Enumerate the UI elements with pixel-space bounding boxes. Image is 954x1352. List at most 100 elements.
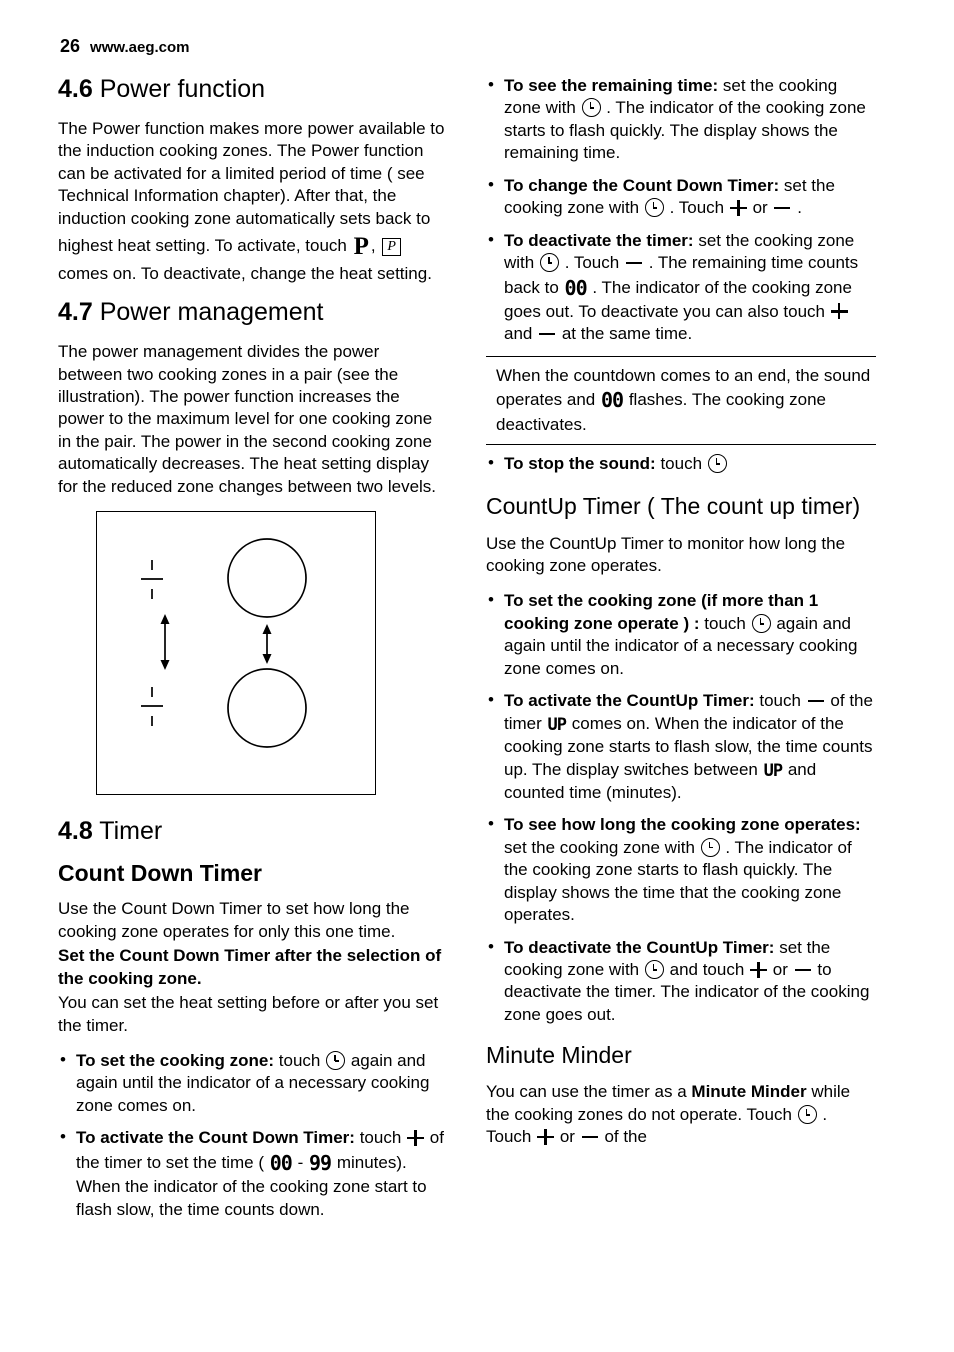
bullet-text-b-change: . Touch <box>669 198 725 218</box>
bullet-text-a-cu-set-zone: touch <box>704 613 746 633</box>
p-symbol-icon: P <box>353 232 369 260</box>
paragraph-minute-minder: You can use the timer as a Minute Minder… <box>486 1081 876 1148</box>
minus-icon <box>794 968 811 972</box>
left-column: 4.6 Power function The Power function ma… <box>58 75 448 1231</box>
paragraph-count-down-intro: Use the Count Down Timer to set how long… <box>58 899 410 941</box>
bullet-countup-activate: To activate the CountUp Timer: touch of … <box>486 689 876 804</box>
power-management-illustration <box>96 511 376 796</box>
bullet-lead-remaining: To see the remaining time: <box>504 76 719 95</box>
heading-countup-timer: CountUp Timer ( The count up timer) <box>486 493 861 520</box>
heading-power-function: 4.6 Power function <box>58 75 448 104</box>
bullet-activate-count-down: To activate the Count Down Timer: touch … <box>58 1126 448 1221</box>
pf-text-c: comes on. To deactivate, change the heat… <box>58 263 432 283</box>
heading-timer: 4.8 Timer <box>58 817 448 846</box>
bullet-lead-stop-sound: To stop the sound: <box>504 454 656 474</box>
bullet-lead-cu-set-zone: To set the cooking zone (if more than 1 … <box>504 591 819 633</box>
paragraph-power-function: The Power function makes more power avai… <box>58 118 448 286</box>
bullet-text-a-cu-activate: touch <box>759 691 801 711</box>
clock-icon <box>644 198 664 218</box>
bullet-text-a-set-zone: touch <box>278 1051 321 1070</box>
minus-icon <box>625 261 642 265</box>
bullet-lead-activate-cd: To activate the Count Down Timer: <box>76 1128 355 1148</box>
minus-icon <box>581 1135 598 1139</box>
heading-text-46: Power function <box>99 75 266 103</box>
illustration-svg <box>141 538 307 749</box>
manual-page: 26 www.aeg.com 4.6 Power function The Po… <box>0 0 954 1352</box>
page-header: 26 www.aeg.com <box>60 36 896 57</box>
mm-text-e: of the <box>604 1127 647 1147</box>
bullet-countup-deactivate: To deactivate the CountUp Timer: set the… <box>486 936 876 1027</box>
display-up-icon: UP <box>547 714 568 735</box>
minus-icon <box>774 206 791 210</box>
bullet-text-a-activate-cd: touch <box>359 1128 402 1148</box>
bullet-dash-activate-cd: - <box>297 1152 304 1172</box>
bullet-see-remaining-time: To see the remaining time: set the cooki… <box>486 74 876 165</box>
display-00-icon: 00 <box>269 1150 293 1175</box>
right-column: To see the remaining time: set the cooki… <box>486 74 876 1162</box>
heading-minute-minder: Minute Minder <box>486 1042 632 1069</box>
heading-number-46: 4.6 <box>58 75 93 103</box>
count-down-bullets-continued: To see the remaining time: set the cooki… <box>486 74 876 346</box>
display-99-icon: 99 <box>308 1150 332 1175</box>
two-column-body: 4.6 Power function The Power function ma… <box>58 74 896 1231</box>
pf-text-a: The Power function makes more power avai… <box>58 118 445 255</box>
bullet-text-c-cu-deactivate: or <box>772 960 788 980</box>
heading-number-48: 4.8 <box>58 817 93 846</box>
bullet-lead-deactivate: To deactivate the timer: <box>504 230 694 250</box>
pf-text-b: , <box>370 235 376 255</box>
bullet-text-stop-sound: touch <box>660 454 703 474</box>
clock-icon <box>581 98 601 118</box>
paragraph-count-down-bold: Set the Count Down Timer after the selec… <box>58 946 442 988</box>
bullet-lead-cu-activate: To activate the CountUp Timer: <box>504 691 755 711</box>
plus-icon <box>750 961 768 978</box>
heading-text-48: Timer <box>99 817 163 846</box>
bullet-set-cooking-zone: To set the cooking zone: touch again and… <box>58 1049 448 1117</box>
bullet-text-b-deactivate: . Touch <box>564 253 620 273</box>
clock-icon <box>326 1051 346 1070</box>
bullet-lead-cu-see: To see how long the cooking zone operate… <box>504 815 861 835</box>
paragraph-countup-intro: Use the CountUp Timer to monitor how lon… <box>486 533 846 576</box>
clock-icon <box>644 960 664 980</box>
page-number: 26 <box>60 36 81 56</box>
bullet-text-e-deactivate: and <box>504 324 533 344</box>
countup-bullets: To set the cooking zone (if more than 1 … <box>486 589 876 1027</box>
clock-icon <box>797 1104 817 1124</box>
bullet-lead-cu-deactivate: To deactivate the CountUp Timer: <box>504 937 775 957</box>
minus-icon <box>807 699 824 703</box>
bullet-change-count-down: To change the Count Down Timer: set the … <box>486 174 876 220</box>
heading-power-management: 4.7 Power management <box>58 298 448 327</box>
plus-icon <box>729 199 747 216</box>
count-down-bullets: To set the cooking zone: touch again and… <box>58 1049 448 1221</box>
bullet-text-b-cu-deactivate: and touch <box>669 960 745 980</box>
bullet-text-f-deactivate: at the same time. <box>561 324 693 344</box>
heading-number-47: 4.7 <box>58 298 93 327</box>
display-up-icon: UP <box>763 760 784 781</box>
bullet-text-d-change: . <box>797 198 802 218</box>
bullet-lead-change: To change the Count Down Timer: <box>504 175 780 195</box>
minus-icon <box>539 332 556 336</box>
bullet-text-c-change: or <box>752 198 768 218</box>
countdown-note-box: When the countdown comes to an end, the … <box>486 355 876 446</box>
bullet-countup-set-zone: To set the cooking zone (if more than 1 … <box>486 589 876 680</box>
bullet-lead-set-zone: To set the cooking zone: <box>76 1051 275 1070</box>
bullet-stop-sound: To stop the sound: touch <box>486 452 876 475</box>
bullet-countup-see-duration: To see how long the cooking zone operate… <box>486 813 876 926</box>
bullet-text-a-cu-see: set the cooking zone with <box>504 837 695 857</box>
bullet-deactivate-timer: To deactivate the timer: set the cooking… <box>486 229 876 346</box>
heading-text-47: Power management <box>99 298 324 327</box>
paragraph-count-down-heat: You can set the heat setting before or a… <box>58 993 439 1035</box>
site-url: www.aeg.com <box>90 39 190 56</box>
clock-icon <box>539 253 559 273</box>
mm-text-d: or <box>559 1127 575 1147</box>
display-00-icon: 00 <box>564 275 588 300</box>
p-boxed-icon: P <box>382 237 401 257</box>
stop-sound-bullet-list: To stop the sound: touch <box>486 452 876 475</box>
clock-icon <box>751 613 771 633</box>
mm-text-bold: Minute Minder <box>691 1082 807 1102</box>
display-00-icon: 00 <box>600 388 624 413</box>
heading-count-down-timer: Count Down Timer <box>58 859 263 886</box>
clock-icon <box>700 837 720 857</box>
paragraph-power-management: The power management divides the power b… <box>58 342 437 496</box>
mm-text-a: You can use the timer as a <box>486 1082 687 1102</box>
plus-icon <box>407 1129 425 1146</box>
